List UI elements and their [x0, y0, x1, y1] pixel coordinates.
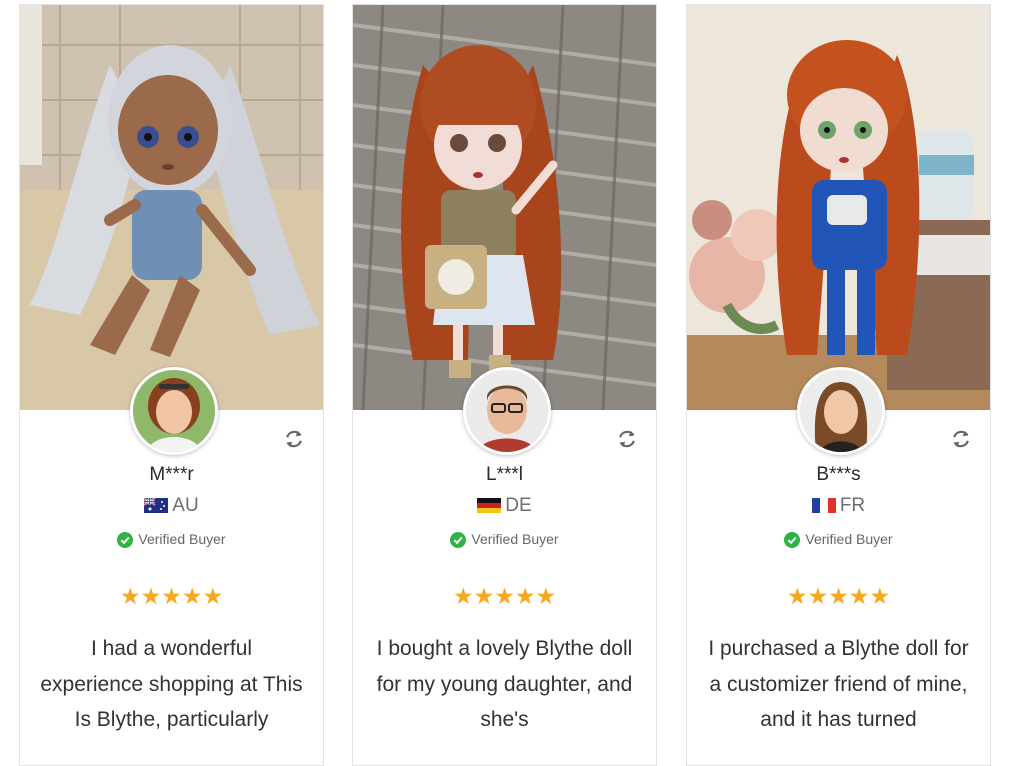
flag-au-icon	[144, 498, 169, 513]
refresh-icon[interactable]	[950, 428, 972, 450]
verified-badge: Verified Buyer	[20, 531, 323, 548]
review-text: I purchased a Blythe doll for a customiz…	[708, 637, 969, 731]
star-icon: ★	[140, 583, 162, 609]
reviewer-name: B***s	[816, 464, 861, 485]
star-icon: ★	[119, 583, 141, 609]
verified-badge: Verified Buyer	[687, 531, 990, 548]
star-icon: ★	[535, 583, 557, 609]
star-icon: ★	[473, 583, 495, 609]
avatar	[797, 367, 885, 455]
reviewer-name: M***r	[149, 464, 194, 485]
avatar	[463, 367, 551, 455]
check-circle-icon	[117, 532, 134, 548]
reviewer-country: FR	[687, 495, 990, 517]
star-icon: ★	[494, 583, 515, 609]
review-photo[interactable]	[353, 5, 656, 410]
star-rating: ★★★★★	[353, 583, 656, 610]
review-text: I had a wonderful experience shopping at…	[40, 637, 303, 731]
check-circle-icon	[450, 532, 467, 548]
star-icon: ★	[181, 583, 203, 609]
star-icon: ★	[828, 583, 849, 609]
star-rating: ★★★★★	[687, 583, 990, 610]
reviewer-name: L***l	[486, 464, 523, 485]
star-icon: ★	[514, 583, 536, 609]
review-card: B***s FR Verified Buyer ★★★★★ I purchase…	[686, 4, 991, 766]
review-card: L***l DE Verified Buyer ★★★★★ I bought a…	[352, 4, 657, 766]
check-circle-icon	[784, 532, 801, 548]
flag-de-icon	[477, 498, 502, 513]
review-text: I bought a lovely Blythe doll for my you…	[376, 637, 633, 731]
star-icon: ★	[161, 583, 182, 609]
refresh-icon[interactable]	[616, 428, 638, 450]
avatar	[130, 367, 218, 455]
star-rating: ★★★★★	[20, 583, 323, 610]
star-icon: ★	[807, 583, 829, 609]
star-icon: ★	[848, 583, 870, 609]
star-icon: ★	[452, 583, 474, 609]
refresh-icon[interactable]	[283, 428, 305, 450]
review-photo[interactable]	[20, 5, 323, 410]
flag-fr-icon	[811, 498, 836, 513]
review-card: M***r AU Verified Buyer ★★★★★ I had a wo…	[19, 4, 324, 766]
reviewer-country: AU	[20, 495, 323, 517]
star-icon: ★	[202, 583, 224, 609]
reviewer-country: DE	[353, 495, 656, 517]
star-icon: ★	[786, 583, 808, 609]
verified-badge: Verified Buyer	[353, 531, 656, 548]
star-icon: ★	[869, 583, 891, 609]
review-photo[interactable]	[687, 5, 990, 410]
